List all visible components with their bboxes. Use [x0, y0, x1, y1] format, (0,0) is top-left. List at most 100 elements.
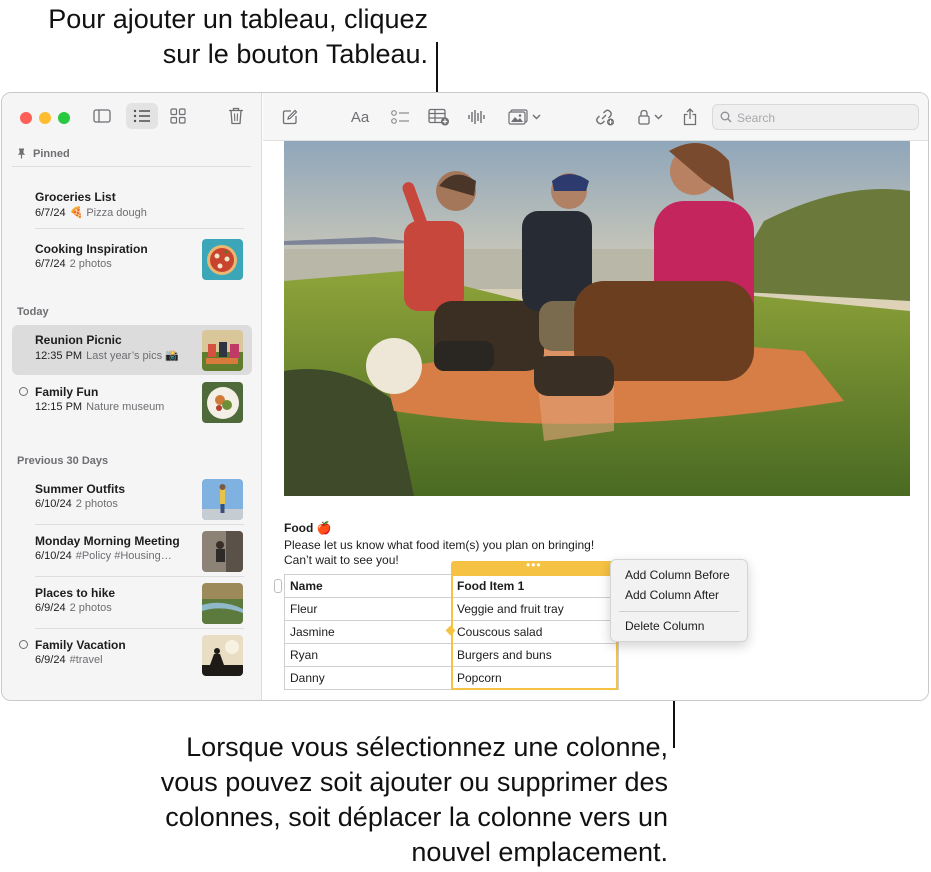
note-thumbnail	[202, 239, 243, 280]
note-family-fun[interactable]: Family Fun 12:15 PM Nature museum	[12, 377, 252, 427]
divider	[35, 228, 244, 229]
note-monday-morning-meeting[interactable]: Monday Morning Meeting 6/10/24 #Policy #H…	[12, 526, 252, 576]
note-meta: 12:15 PM Nature museum	[35, 401, 164, 413]
note-meta: 6/10/24 #Policy #Housing…	[35, 550, 172, 562]
table-cell[interactable]: Couscous salad	[451, 620, 619, 644]
note-title: Reunion Picnic	[35, 333, 122, 347]
note-preview: 2 photos	[75, 498, 118, 510]
note-title: Cooking Inspiration	[35, 242, 148, 256]
callout-column-selection: Lorsque vous sélectionnez une colonne, v…	[100, 730, 668, 870]
table-button[interactable]	[428, 107, 450, 127]
lock-icon	[637, 109, 650, 125]
share-icon	[683, 108, 697, 126]
note-thumbnail	[202, 531, 243, 572]
callout-table-button: Pour ajouter un tableau, cliquez sur le …	[18, 2, 428, 72]
note-date: 12:35 PM	[35, 350, 83, 362]
note-title: Summer Outfits	[35, 482, 126, 496]
note-preview: 2 photos	[69, 258, 112, 270]
note-preview: Nature museum	[86, 401, 165, 413]
divider	[12, 166, 251, 167]
share-button[interactable]	[681, 107, 699, 127]
minimize-button[interactable]	[39, 112, 51, 124]
table-header-cell[interactable]: Food Item 1	[451, 574, 619, 598]
table-icon	[428, 108, 449, 126]
link-icon	[596, 109, 614, 126]
callout-top-line-1: Pour ajouter un tableau, cliquez	[48, 4, 428, 34]
list-view-button[interactable]	[126, 103, 158, 129]
close-button[interactable]	[20, 112, 32, 124]
table-cell[interactable]: Fleur	[284, 597, 452, 621]
divider	[35, 524, 244, 525]
chevron-down-icon	[654, 114, 662, 120]
note-groceries-list[interactable]: Groceries List 6/7/24 🍕 Pizza dough	[12, 182, 252, 232]
collaborate-button[interactable]	[595, 107, 615, 127]
note-preview: 🍕 Pizza dough	[69, 207, 147, 219]
divider	[35, 576, 244, 577]
trash-icon	[229, 107, 243, 125]
menu-item-add-column-after[interactable]: Add Column After	[625, 588, 719, 602]
toolbar: Aa Search	[263, 93, 928, 141]
note-meta: 6/9/24 #travel	[35, 654, 103, 666]
note-meta: 6/7/24 🍕 Pizza dough	[35, 206, 147, 219]
note-title: Places to hike	[35, 586, 116, 600]
note-title: Monday Morning Meeting	[35, 534, 180, 548]
row-handle[interactable]	[274, 579, 282, 593]
note-family-vacation[interactable]: Family Vacation 6/9/24 #travel	[12, 630, 252, 680]
audio-button[interactable]	[466, 107, 486, 127]
pin-icon	[17, 148, 26, 159]
new-note-button[interactable]	[281, 107, 299, 127]
table-cell[interactable]: Veggie and fruit tray	[451, 597, 619, 621]
note-thumbnail	[202, 635, 243, 676]
menu-item-delete-column[interactable]: Delete Column	[625, 619, 704, 633]
note-places-to-hike[interactable]: Places to hike 6/9/24 2 photos	[12, 578, 252, 628]
callout-bottom-line-3: colonnes, soit déplacer la colonne vers …	[165, 802, 668, 832]
grid-icon	[170, 108, 186, 124]
notes-window: Pinned Groceries List 6/7/24 🍕 Pizza doug…	[1, 92, 929, 701]
table-row: Ryan Burgers and buns	[284, 643, 619, 667]
media-button[interactable]	[506, 107, 542, 127]
table-cell[interactable]: Jasmine	[284, 620, 452, 644]
compose-icon	[282, 109, 298, 125]
note-title: Groceries List	[35, 190, 116, 204]
column-context-menu: Add Column Before Add Column After Delet…	[610, 559, 748, 642]
note-preview: #Policy #Housing…	[75, 550, 172, 562]
delete-button[interactable]	[220, 103, 252, 129]
table-cell[interactable]: Burgers and buns	[451, 643, 619, 667]
table-cell[interactable]: Ryan	[284, 643, 452, 667]
list-icon	[133, 109, 150, 123]
format-button[interactable]: Aa	[349, 107, 371, 127]
note-photo	[284, 141, 910, 496]
search-icon	[720, 111, 732, 123]
divider	[35, 628, 244, 629]
note-meta: 12:35 PM Last year’s pics 📸	[35, 349, 179, 362]
note-title: Family Vacation	[35, 638, 126, 652]
note-line-2: Can’t wait to see you!	[284, 553, 399, 567]
note-preview: 2 photos	[69, 602, 112, 614]
note-meta: 6/9/24 2 photos	[35, 602, 112, 614]
column-handle[interactable]: •••	[451, 558, 618, 574]
table-row: Danny Popcorn	[284, 666, 619, 690]
note-reunion-picnic[interactable]: Reunion Picnic 12:35 PM Last year’s pics …	[12, 325, 252, 375]
note-summer-outfits[interactable]: Summer Outfits 6/10/24 2 photos	[12, 474, 252, 524]
chevron-down-icon	[532, 114, 540, 120]
search-field[interactable]: Search	[712, 104, 919, 130]
callout-bottom-line-1: Lorsque vous sélectionnez une colonne,	[186, 732, 668, 762]
checklist-icon	[390, 110, 409, 124]
lock-button[interactable]	[635, 107, 665, 127]
menu-item-add-column-before[interactable]: Add Column Before	[625, 568, 730, 582]
gallery-view-button[interactable]	[162, 103, 194, 129]
note-date: 6/10/24	[35, 550, 72, 562]
table-cell[interactable]: Danny	[284, 666, 452, 690]
sidebar-toggle-button[interactable]	[86, 103, 118, 129]
table-header-cell[interactable]: Name	[284, 574, 452, 598]
menu-separator	[619, 611, 739, 612]
zoom-button[interactable]	[58, 112, 70, 124]
table-cell[interactable]: Popcorn	[451, 666, 619, 690]
note-editor: Aa Search Food 🍎 Please let us know what…	[263, 93, 928, 700]
note-meta: 6/10/24 2 photos	[35, 498, 118, 510]
sidebar: Pinned Groceries List 6/7/24 🍕 Pizza doug…	[2, 93, 262, 700]
note-date: 6/10/24	[35, 498, 72, 510]
checklist-button[interactable]	[390, 107, 410, 127]
waveform-icon	[468, 110, 485, 124]
note-cooking-inspiration[interactable]: Cooking Inspiration 6/7/24 2 photos	[12, 234, 252, 284]
